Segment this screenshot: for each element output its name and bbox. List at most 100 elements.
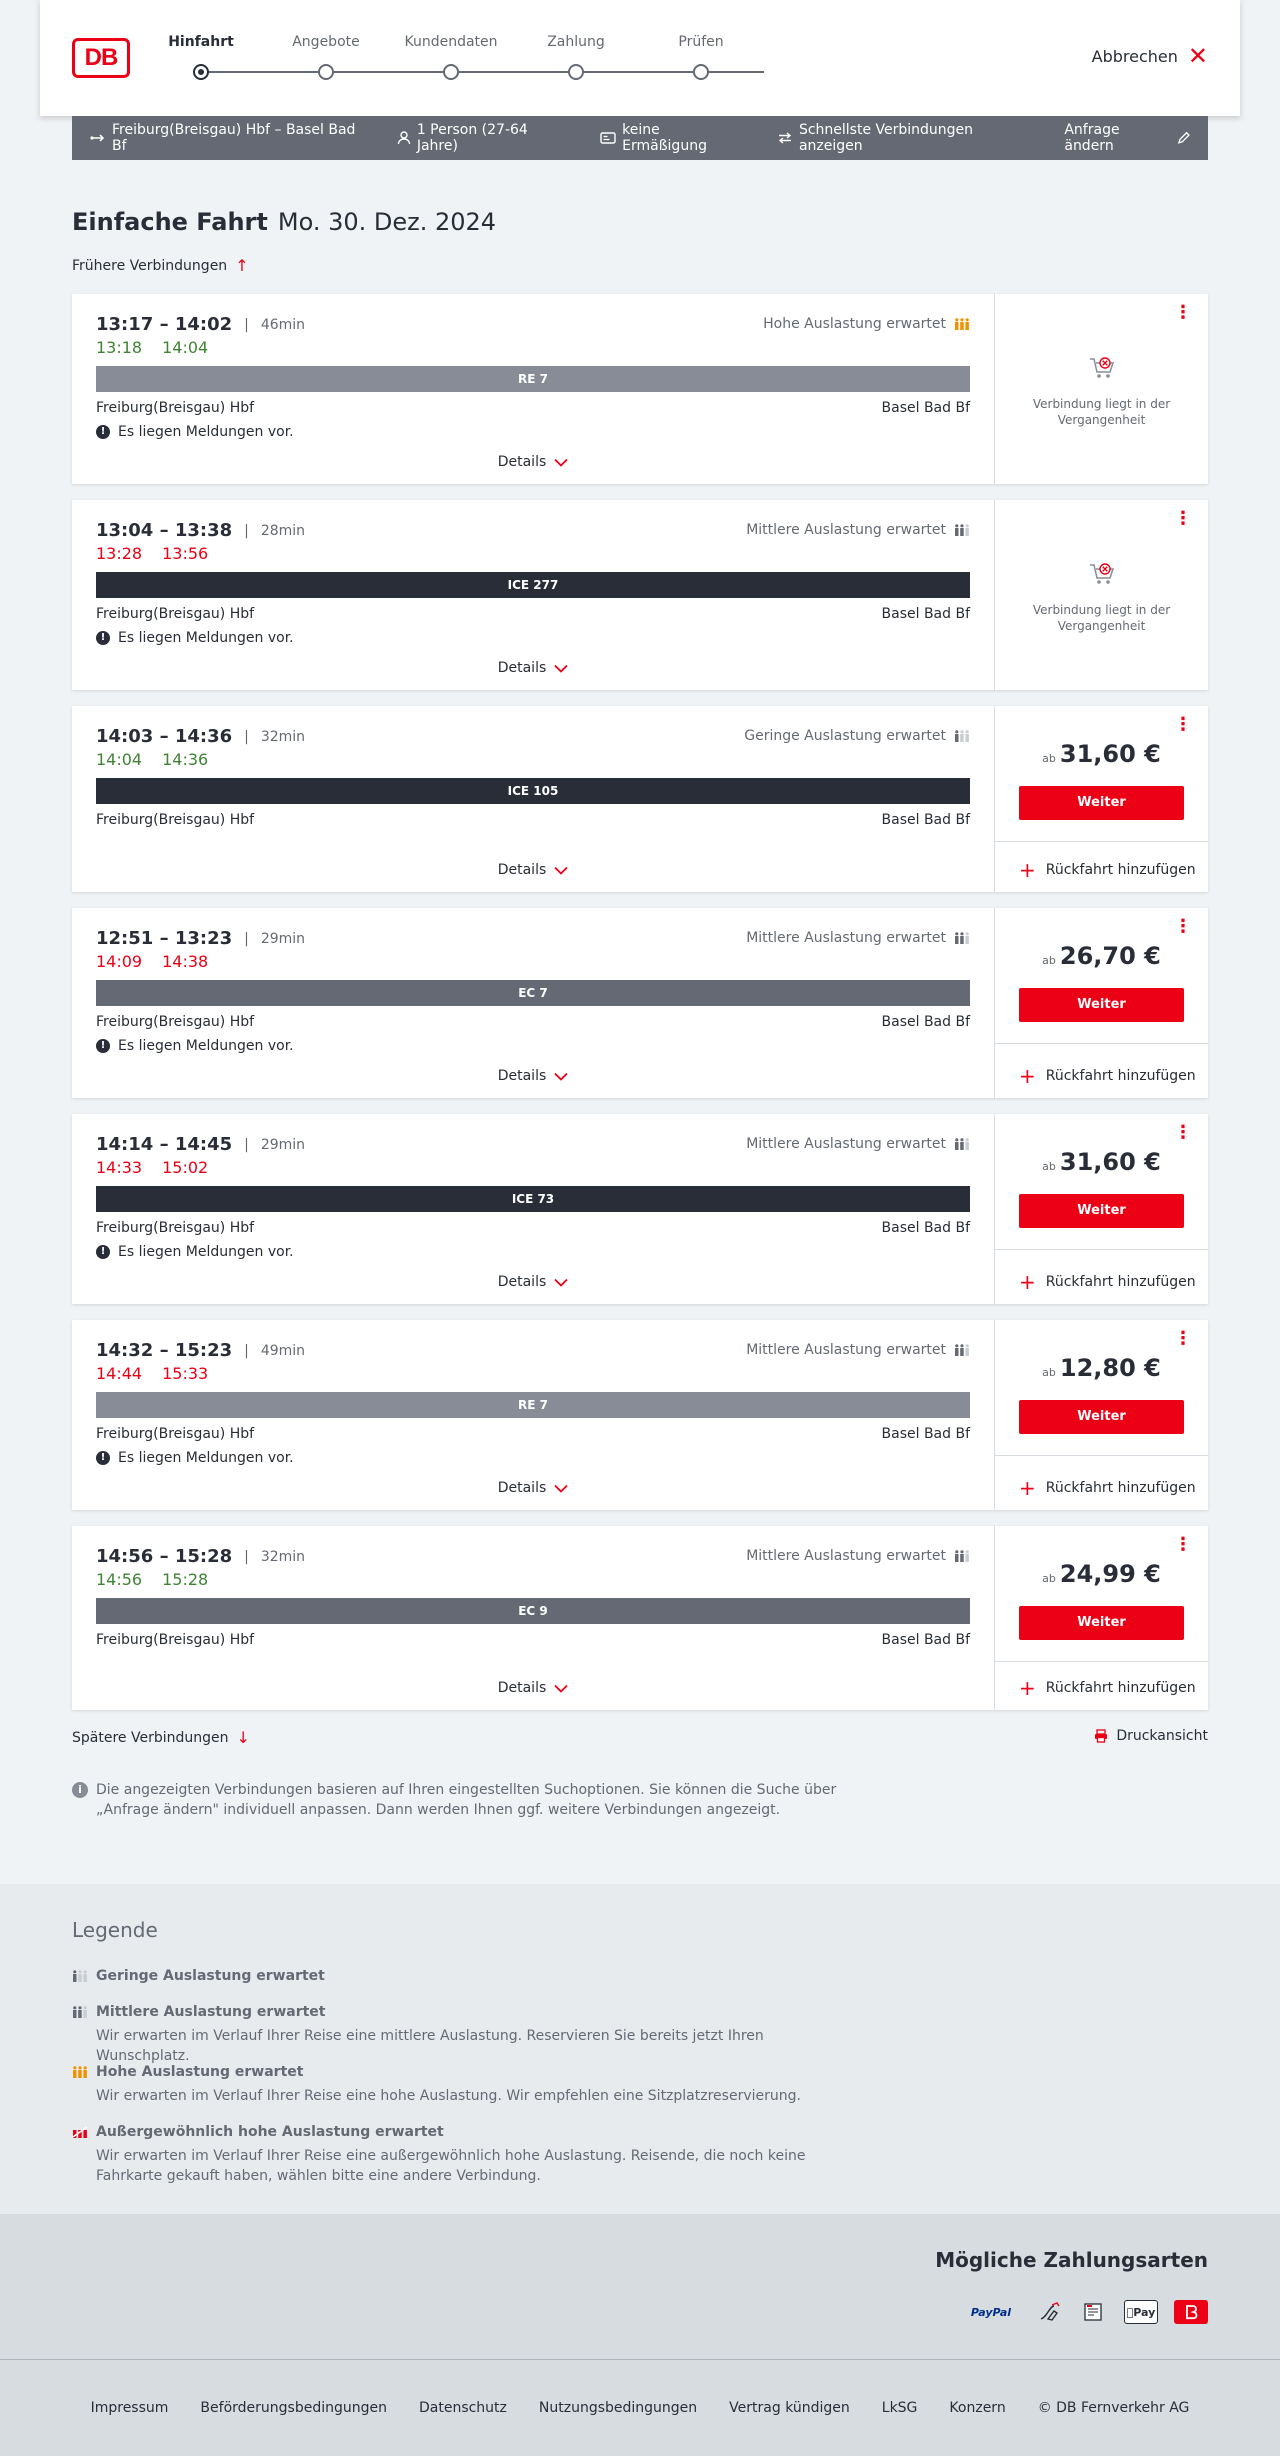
discount-summary[interactable]: keine Ermäßigung: [600, 122, 743, 154]
planned-times: 13:17 – 14:02 | 46min: [96, 314, 305, 335]
change-request-button[interactable]: Anfrage ändern: [1064, 122, 1190, 154]
add-return-button[interactable]: + Rückfahrt hinzufügen: [1019, 1678, 1196, 1698]
connection-card[interactable]: 12:51 – 13:23 | 29min 14:09 14:38 Mittlere Au…: [72, 908, 1208, 1098]
price-value: 31,60 €: [1059, 740, 1161, 768]
more-options-icon[interactable]: ⋮: [1174, 1536, 1192, 1554]
add-return-button[interactable]: + Rückfahrt hinzufügen: [1019, 1272, 1196, 1292]
more-options-icon[interactable]: ⋮: [1174, 1330, 1192, 1348]
duration: 49min: [260, 1342, 306, 1359]
details-label: Details: [497, 660, 547, 676]
footer-link[interactable]: Nutzungsbedingungen: [539, 2400, 697, 2416]
load-forecast: Hohe Auslastung erwartet: [763, 316, 970, 332]
continue-button[interactable]: Weiter: [1019, 988, 1184, 1022]
connection-card[interactable]: 14:03 – 14:36 | 32min 14:04 14:36 Geringe Aus…: [72, 706, 1208, 892]
load-medium-icon: [955, 1344, 969, 1356]
price-value: 26,70 €: [1059, 942, 1161, 970]
footer-link[interactable]: © DB Fernverkehr AG: [1038, 2400, 1190, 2416]
footer-link[interactable]: Datenschutz: [419, 2400, 507, 2416]
details-toggle[interactable]: Details: [72, 454, 994, 470]
load-text: Mittlere Auslastung erwartet: [746, 1136, 946, 1152]
details-toggle[interactable]: Details: [72, 1680, 994, 1696]
connection-card[interactable]: 13:04 – 13:38 | 28min 13:28 13:56 Mittlere Au…: [72, 500, 1208, 690]
continue-button[interactable]: Weiter: [1019, 786, 1184, 820]
page-title: Einfache Fahrt Mo. 30. Dez. 2024: [72, 208, 496, 236]
chevron-down-icon: [554, 458, 568, 467]
footer-link[interactable]: Vertrag kündigen: [729, 2400, 850, 2416]
realtime-arrival: 14:04: [162, 338, 209, 357]
later-label: Spätere Verbindungen: [72, 1729, 229, 1746]
price-prefix: ab: [1042, 1572, 1056, 1585]
load-low-icon: [73, 1970, 87, 1982]
add-return-button[interactable]: + Rückfahrt hinzufügen: [1019, 860, 1196, 880]
details-toggle[interactable]: Details: [72, 660, 994, 676]
load-text: Hohe Auslastung erwartet: [763, 316, 946, 332]
duration: 46min: [260, 316, 306, 333]
details-toggle[interactable]: Details: [72, 862, 994, 878]
planned-time: 14:03 – 14:36: [96, 726, 233, 747]
legend-heading: Hohe Auslastung erwartet: [72, 2064, 832, 2080]
route-summary[interactable]: Freiburg(Breisgau) Hbf – Basel Bad Bf: [90, 122, 363, 154]
cart-icon-wrap: [995, 560, 1208, 592]
details-toggle[interactable]: Details: [72, 1274, 994, 1290]
print-view-link[interactable]: Druckansicht: [1094, 1728, 1208, 1744]
train-segment-bar[interactable]: ICE 73: [96, 1186, 970, 1212]
fastest-toggle[interactable]: Schnellste Verbindungen anzeigen: [777, 122, 1030, 154]
add-return-button[interactable]: + Rückfahrt hinzufügen: [1019, 1476, 1196, 1500]
planned-time: 13:04 – 13:38: [96, 520, 233, 541]
passenger-summary[interactable]: 1 Person (27-64 Jahre): [397, 122, 566, 154]
add-return-button[interactable]: + Rückfahrt hinzufügen: [1019, 1064, 1196, 1088]
footer-link[interactable]: Beförderungsbedingungen: [200, 2400, 387, 2416]
continue-button[interactable]: Weiter: [1019, 1194, 1184, 1228]
chevron-down-icon: [554, 1278, 568, 1287]
planned-time: 14:56 – 15:28: [96, 1546, 233, 1567]
load-forecast: Mittlere Auslastung erwartet: [746, 522, 970, 538]
train-segment-bar[interactable]: RE 7: [96, 1392, 970, 1418]
trip-type: Einfache Fahrt: [72, 208, 268, 236]
planned-time: 14:14 – 14:45: [96, 1134, 233, 1155]
train-segment-bar[interactable]: EC 9: [96, 1598, 970, 1624]
separator: |: [244, 1136, 249, 1153]
more-options-icon[interactable]: ⋮: [1174, 918, 1192, 936]
footer-link[interactable]: Impressum: [91, 2400, 169, 2416]
train-segment-bar[interactable]: RE 7: [96, 366, 970, 392]
details-toggle[interactable]: Details: [72, 1480, 994, 1496]
stations: Freiburg(Breisgau) Hbf Basel Bad Bf: [96, 606, 970, 622]
db-logo[interactable]: DB: [72, 38, 130, 78]
train-segment-bar[interactable]: ICE 105: [96, 778, 970, 804]
realtime-departure: 14:44: [96, 1364, 143, 1383]
connection-card[interactable]: 13:17 – 14:02 | 46min 13:18 14:04 Hohe Auslas…: [72, 294, 1208, 484]
realtime-departure: 13:28: [96, 544, 143, 563]
train-segment-bar[interactable]: EC 7: [96, 980, 970, 1006]
disruption-text: Es liegen Meldungen vor.: [118, 1244, 294, 1260]
more-options-icon[interactable]: ⋮: [1174, 1124, 1192, 1142]
cancel-button[interactable]: Abbrechen ✕: [1092, 44, 1208, 68]
more-options-icon[interactable]: ⋮: [1174, 510, 1192, 528]
plus-icon: +: [1019, 1476, 1036, 1500]
booking-stepper: Hinfahrt Angebote Kundendaten Zahlung Pr…: [168, 34, 782, 84]
separator: |: [244, 1342, 249, 1359]
details-label: Details: [497, 1480, 547, 1496]
connection-card[interactable]: 14:32 – 15:23 | 49min 14:44 15:33 Mittlere Au…: [72, 1320, 1208, 1510]
realtime-departure: 14:56: [96, 1570, 143, 1589]
realtime: 13:18 14:04: [96, 338, 208, 357]
duration: 28min: [260, 522, 306, 539]
load-medium-icon: [955, 932, 969, 944]
planned-times: 13:04 – 13:38 | 28min: [96, 520, 305, 541]
earlier-connections-link[interactable]: Frühere Verbindungen ↑: [72, 256, 249, 275]
cart-unavailable-icon: [1089, 563, 1114, 584]
connection-info: 14:56 – 15:28 | 32min 14:56 15:28 Mittlere Au…: [72, 1526, 994, 1710]
plus-icon: +: [1019, 1064, 1036, 1088]
connection-card[interactable]: 14:56 – 15:28 | 32min 14:56 15:28 Mittlere Au…: [72, 1526, 1208, 1710]
load-medium-icon: [73, 2006, 87, 2018]
details-toggle[interactable]: Details: [72, 1068, 994, 1084]
connection-card[interactable]: 14:14 – 14:45 | 29min 14:33 15:02 Mittlere Au…: [72, 1114, 1208, 1304]
footer-link[interactable]: Konzern: [949, 2400, 1005, 2416]
continue-button[interactable]: Weiter: [1019, 1400, 1184, 1434]
later-connections-link[interactable]: Spätere Verbindungen ↓: [72, 1728, 250, 1747]
continue-button[interactable]: Weiter: [1019, 1606, 1184, 1640]
train-segment-bar[interactable]: ICE 277: [96, 572, 970, 598]
footer-link[interactable]: LkSG: [882, 2400, 918, 2416]
earlier-label: Frühere Verbindungen: [72, 257, 228, 274]
more-options-icon[interactable]: ⋮: [1174, 304, 1192, 322]
more-options-icon[interactable]: ⋮: [1174, 716, 1192, 734]
